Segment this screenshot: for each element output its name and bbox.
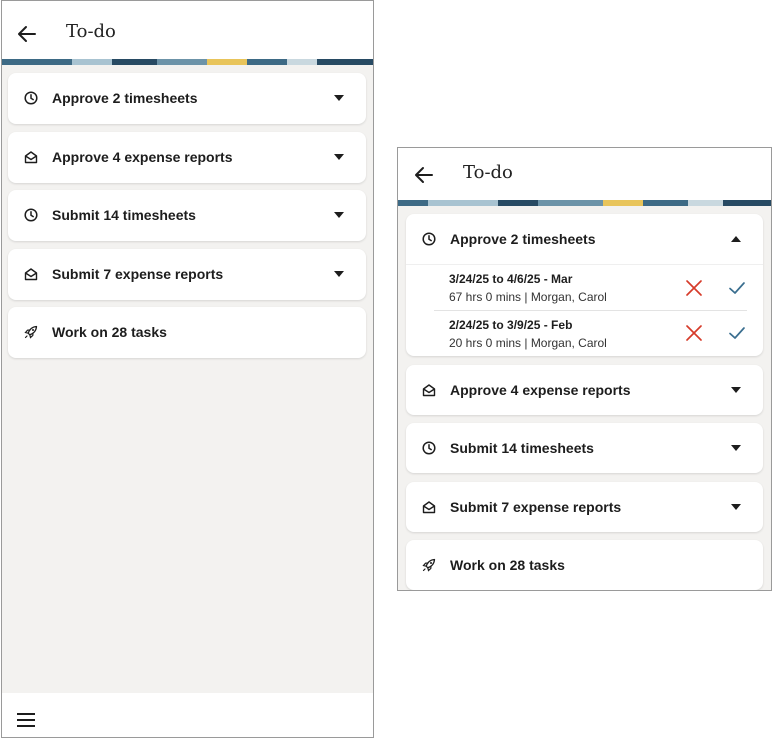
hamburger-menu-icon[interactable] — [17, 713, 35, 727]
chevron-down-icon[interactable] — [731, 387, 741, 393]
app-bar: To-do — [398, 148, 771, 200]
todo-card-submit-expenses[interactable]: Submit 7 expense reports — [406, 482, 763, 532]
chevron-down-icon[interactable] — [731, 445, 741, 451]
timesheet-row[interactable]: 2/24/25 to 3/9/25 - Feb 20 hrs 0 mins | … — [406, 310, 763, 356]
chevron-up-icon[interactable] — [731, 236, 741, 242]
reject-x-icon[interactable] — [685, 279, 703, 297]
decorative-band — [2, 59, 373, 65]
approve-check-icon[interactable] — [728, 324, 746, 342]
todo-card-approve-expenses[interactable]: Approve 4 expense reports — [8, 132, 366, 183]
card-label: Submit 7 expense reports — [450, 499, 622, 515]
approve-check-icon[interactable] — [728, 279, 746, 297]
bottom-bar — [2, 693, 373, 737]
card-label: Approve 4 expense reports — [450, 382, 631, 398]
todo-card-approve-timesheets[interactable]: Approve 2 timesheets — [8, 73, 366, 124]
timesheet-detail: 67 hrs 0 mins | Morgan, Carol — [449, 290, 607, 304]
chevron-down-icon[interactable] — [334, 271, 344, 277]
card-label: Submit 14 timesheets — [52, 207, 196, 223]
page-title: To-do — [463, 162, 513, 183]
timesheet-detail: 20 hrs 0 mins | Morgan, Carol — [449, 336, 607, 350]
card-label: Work on 28 tasks — [52, 324, 167, 340]
card-label: Work on 28 tasks — [450, 557, 565, 573]
clock-icon — [24, 91, 38, 105]
todo-card-approve-expenses[interactable]: Approve 4 expense reports — [406, 365, 763, 415]
clock-icon — [24, 208, 38, 222]
timesheet-row[interactable]: 3/24/25 to 4/6/25 - Mar 67 hrs 0 mins | … — [406, 264, 763, 310]
todo-card-tasks[interactable]: Work on 28 tasks — [406, 540, 763, 590]
reject-x-icon[interactable] — [685, 324, 703, 342]
clock-icon — [422, 232, 436, 246]
card-label: Approve 4 expense reports — [52, 149, 233, 165]
chevron-down-icon[interactable] — [334, 212, 344, 218]
envelope-icon — [24, 268, 38, 281]
chevron-down-icon[interactable] — [731, 504, 741, 510]
envelope-icon — [422, 384, 436, 397]
back-arrow-icon[interactable] — [413, 164, 435, 186]
todo-card-approve-timesheets-expanded: Approve 2 timesheets 3/24/25 to 4/6/25 -… — [406, 214, 763, 356]
todo-card-submit-timesheets[interactable]: Submit 14 timesheets — [406, 423, 763, 473]
clock-icon — [422, 441, 436, 455]
card-label: Submit 14 timesheets — [450, 440, 594, 456]
phone-screen-collapsed: To-do Approve 2 timesheets Approve 4 exp… — [1, 0, 374, 738]
rocket-icon — [24, 325, 38, 339]
todo-card-submit-timesheets[interactable]: Submit 14 timesheets — [8, 190, 366, 241]
chevron-down-icon[interactable] — [334, 154, 344, 160]
page-title: To-do — [66, 21, 116, 42]
card-label[interactable]: Approve 2 timesheets — [450, 231, 596, 247]
envelope-icon — [24, 151, 38, 164]
chevron-down-icon[interactable] — [334, 95, 344, 101]
card-label: Submit 7 expense reports — [52, 266, 224, 282]
envelope-icon — [422, 501, 436, 514]
app-bar: To-do — [2, 1, 373, 59]
decorative-band — [398, 200, 771, 206]
timesheet-period: 3/24/25 to 4/6/25 - Mar — [449, 272, 573, 286]
todo-card-tasks[interactable]: Work on 28 tasks — [8, 307, 366, 358]
timesheet-period: 2/24/25 to 3/9/25 - Feb — [449, 318, 573, 332]
card-label: Approve 2 timesheets — [52, 90, 198, 106]
todo-card-submit-expenses[interactable]: Submit 7 expense reports — [8, 249, 366, 300]
rocket-icon — [422, 558, 436, 572]
back-arrow-icon[interactable] — [16, 23, 38, 45]
phone-screen-expanded: To-do Approve 2 timesheets 3/24/25 to 4/… — [397, 147, 772, 591]
